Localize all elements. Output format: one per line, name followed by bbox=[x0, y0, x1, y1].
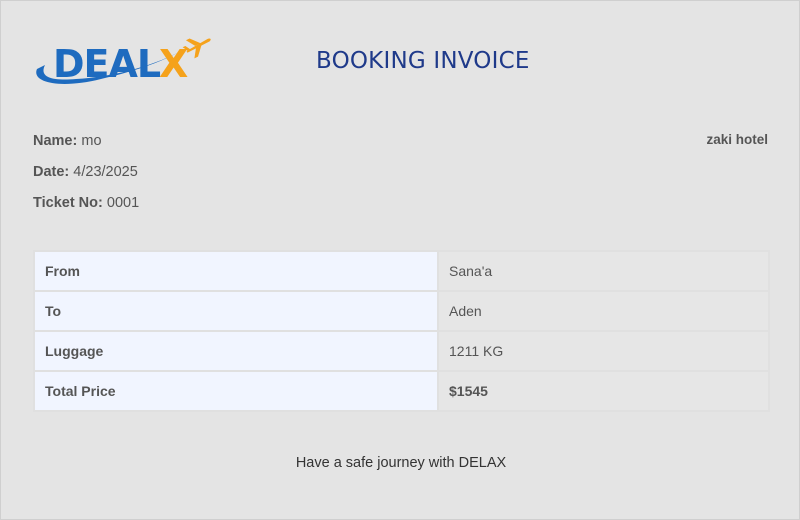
ticket-value: 0001 bbox=[106, 195, 140, 211]
name-value: mo bbox=[81, 133, 102, 149]
date-value: 4/23/2025 bbox=[73, 164, 138, 180]
ticket-row: Ticket No: 0001 bbox=[33, 195, 139, 211]
page-title: BOOKING INVOICE bbox=[316, 48, 530, 74]
table-row: Total Price $1545 bbox=[33, 370, 770, 412]
table-row: Luggage 1211 KG bbox=[33, 330, 770, 372]
row-value: 1211 KG bbox=[437, 330, 770, 372]
row-value: Sana'a bbox=[437, 250, 770, 292]
logo-text-dark: DEAL bbox=[53, 42, 161, 86]
hotel-name: zaki hotel bbox=[706, 132, 768, 147]
row-label: From bbox=[33, 250, 439, 292]
row-label: Total Price bbox=[33, 370, 439, 412]
footer-message: Have a safe journey with DELAX bbox=[295, 455, 507, 471]
row-label: Luggage bbox=[33, 330, 439, 372]
dealx-logo: DEAL X bbox=[31, 31, 211, 93]
row-label: To bbox=[33, 290, 439, 332]
name-row: Name: mo bbox=[33, 133, 102, 149]
date-row: Date: 4/23/2025 bbox=[33, 164, 138, 180]
logo-text-accent: X bbox=[159, 42, 188, 86]
name-label: Name: bbox=[33, 133, 78, 149]
date-label: Date: bbox=[33, 164, 70, 180]
ticket-label: Ticket No: bbox=[33, 195, 103, 211]
table-row: From Sana'a bbox=[33, 250, 770, 292]
invoice-window: DEAL X BOOKING INVOICE Name: mo Date: 4/… bbox=[0, 0, 800, 520]
booking-details-table: From Sana'a To Aden Luggage 1211 KG Tota… bbox=[33, 250, 770, 412]
row-value: Aden bbox=[437, 290, 770, 332]
total-price-value: $1545 bbox=[437, 370, 770, 412]
table-row: To Aden bbox=[33, 290, 770, 332]
